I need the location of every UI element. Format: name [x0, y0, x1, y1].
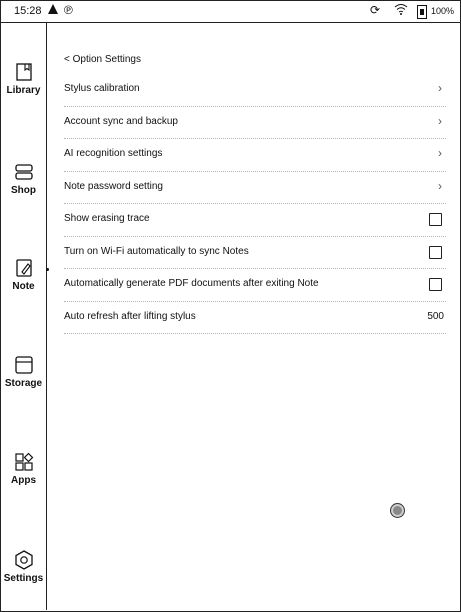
setting-auto-refresh[interactable]: Auto refresh after lifting stylus 500 [64, 302, 446, 334]
setting-label: Note password setting [64, 180, 163, 192]
setting-label: Show erasing trace [64, 213, 150, 224]
setting-label: Automatically generate PDF documents aft… [64, 278, 319, 289]
main-panel: < Option Settings Stylus calibration › A… [47, 23, 459, 610]
erasing-trace-checkbox[interactable] [429, 213, 442, 226]
chevron-right-icon: › [438, 81, 442, 95]
settings-list: Stylus calibration › Account sync and ba… [64, 74, 446, 334]
battery-percent: 100% [431, 6, 455, 16]
setting-ai-recognition[interactable]: AI recognition settings › [64, 139, 446, 172]
book-icon [15, 63, 32, 81]
sync-icon: ⟳ [370, 3, 381, 17]
chevron-right-icon: › [438, 113, 442, 128]
sidebar-item-label: Settings [3, 573, 44, 584]
storage-icon [14, 356, 33, 374]
auto-pdf-checkbox[interactable] [429, 278, 442, 291]
sidebar-item-library[interactable]: Library [1, 61, 46, 96]
setting-label: Auto refresh after lifting stylus [64, 310, 196, 322]
wifi-icon [394, 3, 408, 18]
note-pen-icon [15, 259, 32, 277]
sidebar-item-apps[interactable]: Apps [1, 451, 46, 486]
sidebar-item-label: Apps [11, 475, 36, 486]
wifi-sync-checkbox[interactable] [429, 245, 442, 259]
sidebar: Library Shop Note Storage Apps Settings [1, 23, 49, 610]
touch-cursor-icon [390, 503, 405, 518]
warning-icon [48, 4, 58, 14]
sidebar-item-label: Storage [4, 378, 43, 389]
setting-wifi-auto-sync: Turn on Wi-Fi automatically to sync Note… [64, 237, 446, 269]
sidebar-item-label: Library [6, 85, 41, 96]
setting-stylus-calibration[interactable]: Stylus calibration › [64, 74, 446, 107]
auto-refresh-value: 500 [427, 310, 444, 322]
chevron-right-icon: › [438, 178, 442, 193]
sidebar-item-label: Note [12, 281, 35, 292]
sidebar-item-label: Shop [11, 185, 36, 196]
sidebar-item-settings[interactable]: Settings [1, 549, 46, 584]
setting-account-sync[interactable]: Account sync and backup › [64, 107, 446, 139]
setting-label: Stylus calibration [64, 83, 140, 94]
back-button[interactable]: < Option Settings [64, 54, 141, 65]
setting-label: Account sync and backup [64, 115, 178, 127]
setting-auto-pdf: Automatically generate PDF documents aft… [64, 269, 446, 302]
setting-note-password[interactable]: Note password setting › [64, 172, 446, 204]
apps-grid-icon [14, 452, 33, 471]
sidebar-item-note[interactable]: Note [1, 257, 49, 292]
sidebar-item-storage[interactable]: Storage [1, 354, 46, 389]
sidebar-item-shop[interactable]: Shop [1, 161, 46, 196]
chevron-right-icon: › [438, 146, 442, 160]
note-indicator-icon: ℗ [64, 3, 73, 17]
status-time: 15:28 [14, 5, 42, 17]
setting-show-erasing-trace: Show erasing trace [64, 204, 446, 237]
shop-icon [14, 164, 33, 180]
setting-label: Turn on Wi-Fi automatically to sync Note… [64, 245, 249, 257]
setting-label: AI recognition settings [64, 148, 163, 159]
battery-icon [417, 5, 427, 19]
status-bar: 15:28 ℗ ⟳ 100% [1, 1, 460, 23]
hexagon-gear-icon [14, 550, 33, 570]
